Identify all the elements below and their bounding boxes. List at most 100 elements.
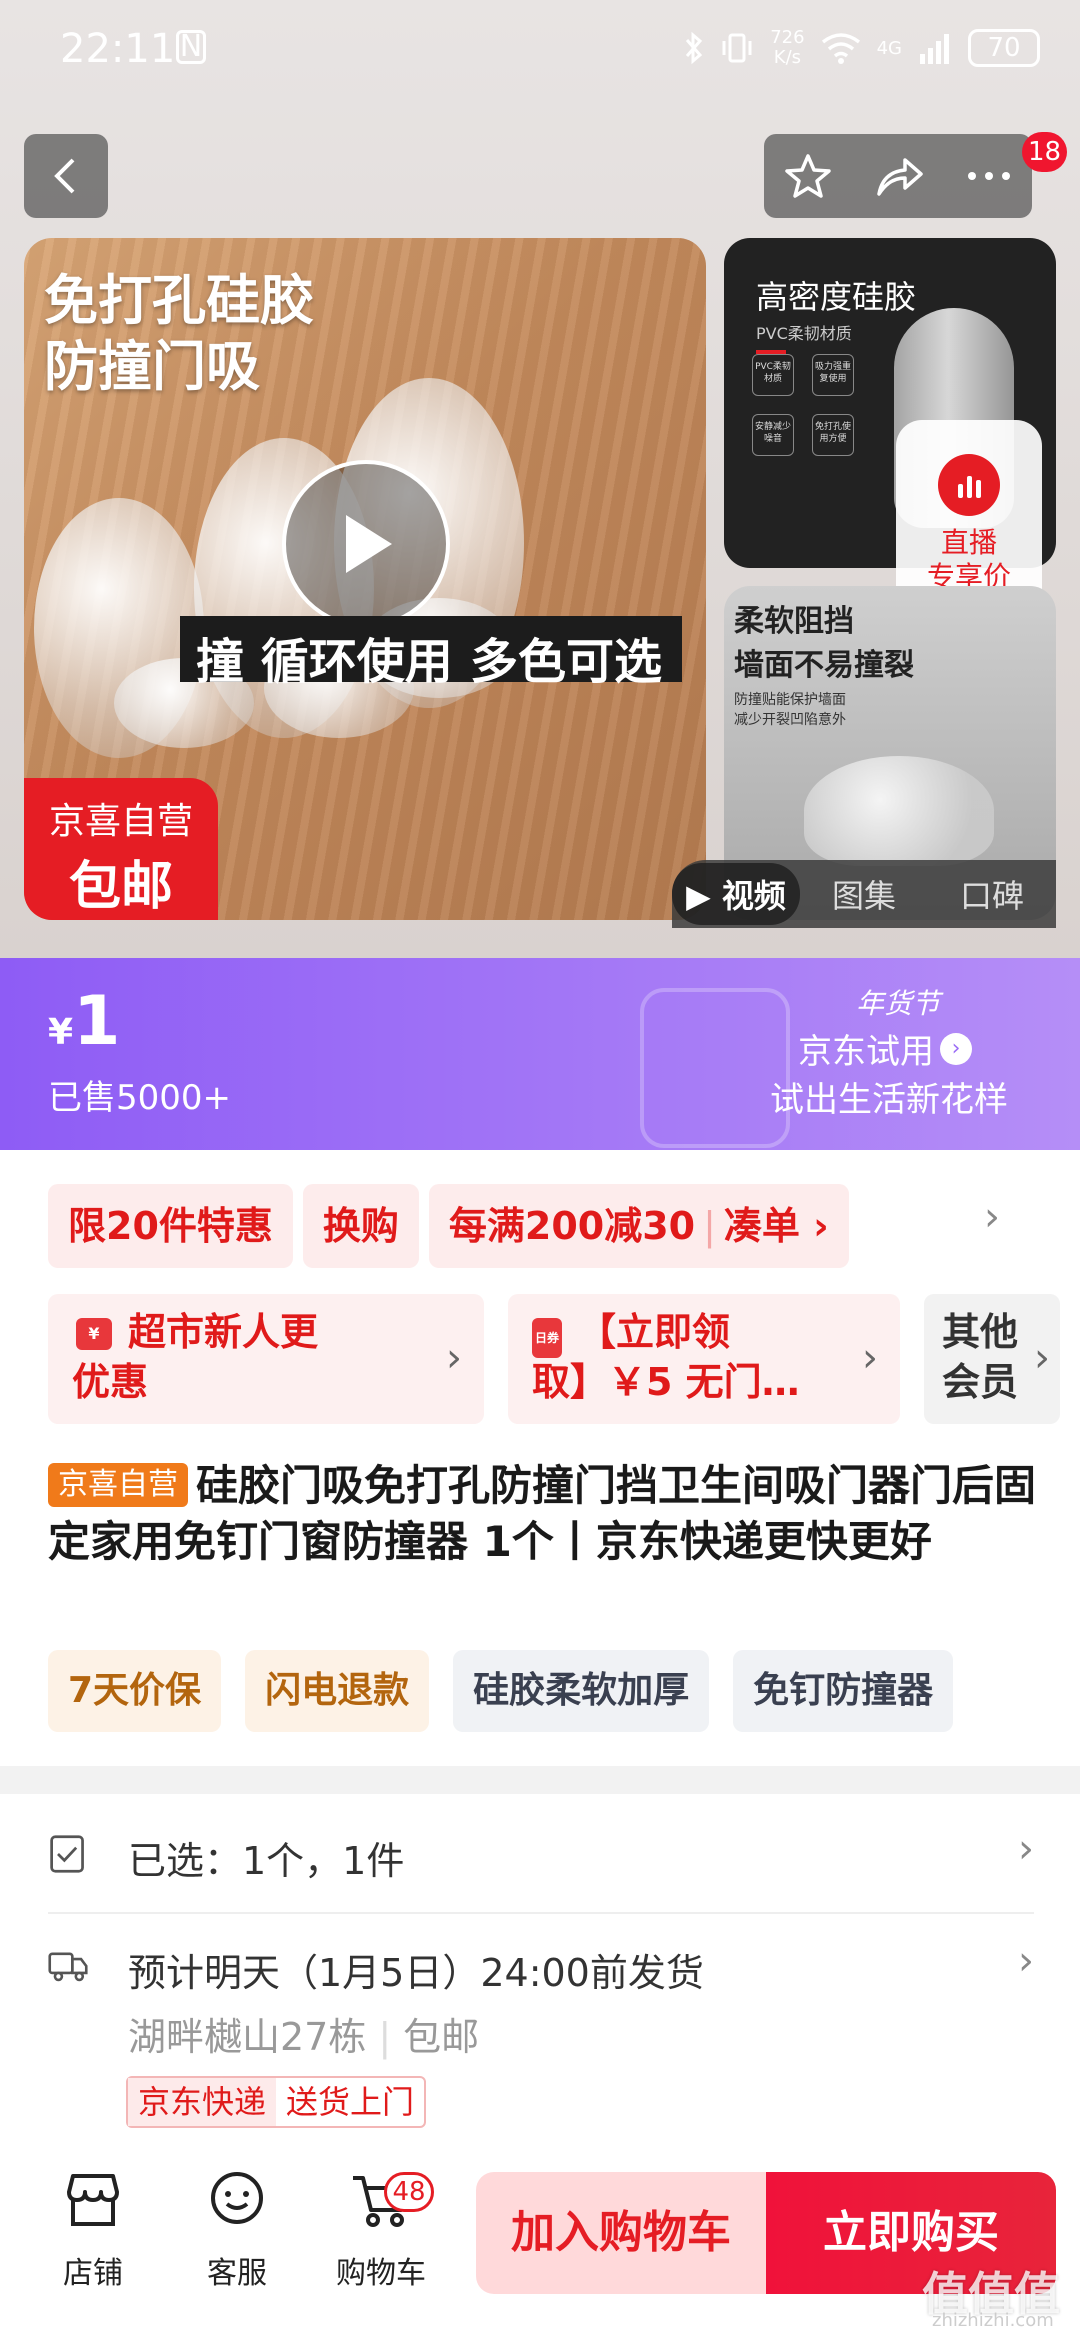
- feature-chip: 吸力强重复使用: [812, 354, 854, 396]
- newcomer-coupon-line2: 优惠: [72, 1360, 149, 1404]
- play-button[interactable]: [282, 460, 450, 628]
- tab-gallery[interactable]: 图集: [800, 871, 928, 917]
- shopping-bag-icon: [640, 988, 790, 1148]
- live-icon: [938, 454, 1000, 516]
- play-icon: [346, 515, 392, 573]
- coupon-icon: ¥: [76, 1318, 112, 1350]
- trial-link[interactable]: 京东试用 ›: [798, 1024, 972, 1073]
- add-to-cart-button[interactable]: 加入购物车: [476, 2172, 766, 2294]
- member-coupon[interactable]: 其他 会员 ›: [924, 1294, 1060, 1424]
- watermark-domain: zhizhizhi.com: [932, 2310, 1054, 2331]
- thumbnail-protection-sub-line2: 减少开裂凹陷意外: [734, 712, 846, 728]
- claim-coupon[interactable]: 日券 【立即领 取】￥5 无门… ›: [508, 1294, 900, 1424]
- feature-tag[interactable]: 免钉防撞器: [733, 1650, 954, 1732]
- status-time: 22:11: [60, 26, 176, 72]
- product-title: 京喜自营 硅胶门吸免打孔防撞门挡卫生间吸门器门后固定家用免钉门窗防撞器 1个丨京东…: [48, 1458, 1038, 1570]
- product-title-text: 硅胶门吸免打孔防撞门挡卫生间吸门器门后固定家用免钉门窗防撞器 1个丨京东快递更快…: [48, 1461, 1037, 1566]
- chevron-right-icon: ›: [1018, 1826, 1034, 1872]
- truck-icon: [48, 1952, 88, 1982]
- chevron-right-icon: ›: [1034, 1335, 1050, 1381]
- claim-coupon-line2: 取】￥5 无门…: [532, 1360, 800, 1404]
- newcomer-coupon[interactable]: ¥ 超市新人更 优惠 ›: [48, 1294, 484, 1424]
- member-coupon-line1: 其他: [942, 1310, 1019, 1354]
- status-indicators: 726 K/s 4G 70: [684, 28, 1040, 68]
- selected-spec: 已选：1个，1件: [128, 1839, 405, 1883]
- wifi-icon: [821, 33, 860, 64]
- cart-count-badge: 48: [384, 2172, 434, 2212]
- tab-video[interactable]: ▶ 视频: [672, 863, 800, 925]
- promotion-row: 限20件特惠 换购 每满200减30 | 凑单 ›: [48, 1184, 849, 1268]
- door-delivery-tag: 送货上门: [286, 2083, 415, 2121]
- service-tags: 7天价保 闪电退款 硅胶柔软加厚 免钉防撞器: [48, 1650, 954, 1732]
- live-label: 直播: [940, 526, 997, 559]
- address-text: 湖畔樾山27栋: [128, 2015, 367, 2059]
- coupon-icon: 日券: [532, 1318, 562, 1358]
- chevron-right-icon: ›: [940, 1032, 972, 1065]
- trial-slogan: 试出生活新花样: [770, 1080, 1008, 1120]
- festival-label: 年货节: [856, 987, 941, 1020]
- media-tabs: ▶ 视频 图集 口碑: [672, 860, 1056, 928]
- price-banner: ¥1 已售5000+ 年货节 京东试用 › 试出生活新花样: [0, 958, 1080, 1150]
- tab-reviews[interactable]: 口碑: [928, 871, 1056, 917]
- thumbnail-material-sub: PVC柔韧材质: [756, 324, 852, 343]
- jingxi-badge-line1: 京喜自营: [48, 801, 193, 842]
- feature-chip: 安静减少噪音: [752, 414, 794, 456]
- net-speed-unit: K/s: [773, 47, 802, 68]
- status-bar: 22:11 N 726 K/s 4G 70: [0, 0, 1080, 100]
- price-value: 1: [73, 982, 121, 1061]
- smiley-chat-icon: [211, 2172, 263, 2224]
- trial-label: 京东试用: [798, 1032, 934, 1072]
- nfc-icon: N: [176, 30, 206, 64]
- quick-refund-tag[interactable]: 闪电退款: [245, 1650, 430, 1732]
- jingxi-tag: 京喜自营: [48, 1463, 188, 1507]
- combo-order-link[interactable]: 凑单 ›: [724, 1204, 829, 1248]
- main-headline-line1: 免打孔硅胶: [44, 269, 314, 332]
- net-speed: 726 K/s: [770, 28, 804, 68]
- checklist-icon: [50, 1835, 84, 1873]
- feature-text-colors: 多色可选: [470, 634, 663, 690]
- shipping-fee: 包邮: [403, 2015, 480, 2059]
- network-type: 4G: [876, 37, 902, 59]
- promo-exchange[interactable]: 换购: [302, 1184, 419, 1268]
- main-headline: 免打孔硅胶 防撞门吸: [44, 268, 314, 400]
- divider: |: [703, 1204, 716, 1248]
- promo-more-arrow[interactable]: ›: [984, 1194, 1000, 1240]
- promo-discount[interactable]: 每满200减30 | 凑单 ›: [428, 1184, 849, 1268]
- price-protect-tag[interactable]: 7天价保: [48, 1650, 222, 1732]
- delivery-address: 湖畔樾山27栋 | 包邮: [128, 2006, 479, 2061]
- thumbnail-protection-title-line2: 墙面不易撞裂: [734, 648, 914, 683]
- star-icon[interactable]: [784, 152, 832, 200]
- main-headline-line2: 防撞门吸: [44, 335, 260, 398]
- promo-discount-label: 每满200减30: [448, 1204, 696, 1248]
- thumbnail-protection-title: 柔软阻挡 墙面不易撞裂: [734, 600, 914, 688]
- divider: |: [378, 2015, 392, 2059]
- price: ¥1: [48, 982, 120, 1061]
- service-label: 客服: [207, 2256, 267, 2291]
- sold-count: 已售5000+: [48, 1078, 232, 1118]
- delivery-estimate: 预计明天（1月5日）24:00前发货: [128, 1951, 704, 1995]
- back-button[interactable]: [24, 134, 108, 218]
- promo-limited[interactable]: 限20件特惠: [48, 1184, 293, 1268]
- claim-coupon-line1: 【立即领: [578, 1310, 731, 1354]
- thumbnail-protection-sub-line1: 防撞贴能保护墙面: [734, 692, 846, 708]
- share-icon[interactable]: [873, 154, 925, 198]
- divider: [48, 1912, 1034, 1914]
- jd-express-tag: 京东快递: [128, 2078, 277, 2126]
- battery-icon: 70: [968, 29, 1040, 67]
- spec-selector[interactable]: 已选：1个，1件 ›: [0, 1794, 1080, 1914]
- store-label: 店铺: [63, 2256, 123, 2291]
- price-currency: ¥: [48, 1012, 74, 1053]
- chevron-right-icon: ›: [862, 1335, 878, 1381]
- feature-tag[interactable]: 硅胶柔软加厚: [453, 1650, 710, 1732]
- feature-chip: PVC柔韧材质: [752, 354, 794, 396]
- more-icon[interactable]: [966, 170, 1012, 182]
- customer-service-button[interactable]: 客服: [172, 2170, 302, 2292]
- header-actions: [764, 134, 1032, 218]
- store-icon: [67, 2174, 119, 2226]
- newcomer-coupon-line1: 超市新人更: [128, 1310, 319, 1354]
- product-info-card: 限20件特惠 换购 每满200减30 | 凑单 › › ¥ 超市新人更 优惠 › 日…: [0, 1150, 1080, 1766]
- selection-card: 已选：1个，1件 › 预计明天（1月5日）24:00前发货 › 湖畔樾山27栋 |…: [0, 1794, 1080, 2140]
- store-button[interactable]: 店铺: [28, 2170, 158, 2292]
- vibrate-icon: [722, 33, 752, 63]
- chevron-right-icon: ›: [1018, 1938, 1034, 1984]
